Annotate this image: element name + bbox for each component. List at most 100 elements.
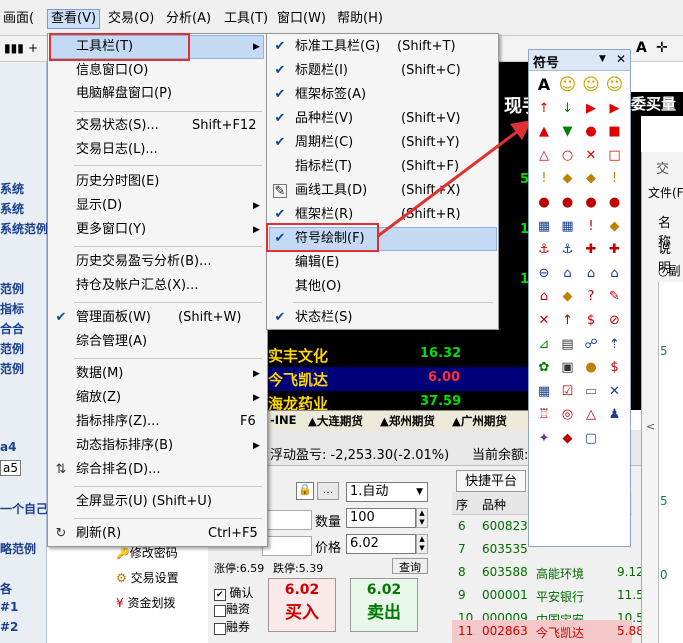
symbol-43-icon[interactable]: $ [580, 310, 602, 332]
left-item[interactable]: 合合 [0, 320, 24, 337]
menu-item-history-pnl[interactable]: 历史交易盈亏分析(B)... [48, 250, 267, 274]
menu-item-integrated-mgmt[interactable]: 综合管理(A) [48, 330, 267, 354]
fast-platform-button[interactable]: 快捷平台 [456, 470, 526, 492]
menu-item-history-time[interactable]: 历史分时图(E) [48, 170, 267, 194]
symbol-48-icon[interactable]: ⇡ [604, 334, 626, 356]
symbol-31-icon[interactable]: ✚ [580, 239, 602, 261]
symbol-33-icon[interactable]: ⊖ [533, 263, 555, 285]
lock-icon[interactable]: 🔒 [296, 482, 314, 500]
menu-item-other[interactable]: 其他(O) [267, 275, 498, 299]
symbol-14-icon[interactable]: ○ [557, 145, 579, 167]
symbol-35-icon[interactable]: ⌂ [580, 263, 602, 285]
code-editor[interactable] [658, 282, 683, 643]
confirm-checkbox[interactable]: ✔ 确认 [214, 584, 253, 601]
symbol-49-icon[interactable]: ✿ [533, 357, 555, 379]
symbol-51-icon[interactable]: ● [580, 357, 602, 379]
menu-item-frame-tag[interactable]: ✔ 框架标签(A) [267, 83, 498, 107]
symbol-61-icon[interactable]: ✦ [533, 428, 555, 450]
symbol-24-icon[interactable]: ● [604, 192, 626, 214]
menu-item-display[interactable]: 显示(D) ▶ [48, 194, 267, 218]
sell-button[interactable]: 6.02 卖出 [350, 578, 418, 632]
symbol-12-icon[interactable]: ■ [604, 121, 626, 143]
menu-item-trade-status[interactable]: 交易状态(S)... Shift+F12 [48, 114, 267, 138]
symbol-37-icon[interactable]: ⌂ [533, 286, 555, 308]
left-item[interactable]: 范例 [0, 340, 24, 357]
symbol-29-icon[interactable]: ⚓ [533, 239, 555, 261]
price-stepper[interactable]: ▲ ▼ [416, 534, 428, 554]
symbol-25-icon[interactable]: ▦ [533, 216, 555, 238]
plus-icon[interactable]: + [28, 41, 38, 55]
left-item[interactable]: #2 [0, 620, 18, 634]
dropdown-icon[interactable]: ▼ [599, 54, 606, 64]
menu-item-trade-log[interactable]: 交易日志(L)... [48, 138, 267, 162]
symbol-40-icon[interactable]: ✎ [604, 286, 626, 308]
menu-screen[interactable]: 画面( [0, 9, 37, 29]
account-field[interactable] [262, 510, 312, 530]
tab-dalian[interactable]: ▲大连期货 [308, 413, 363, 429]
quote-row-selected[interactable]: 今飞凯达 6.00 [268, 367, 528, 391]
symbol-8-icon[interactable]: ▶ [604, 98, 626, 120]
left-item[interactable]: 各 [0, 580, 12, 597]
quantity-input[interactable]: 100 [346, 508, 416, 528]
symbol-21-icon[interactable]: ● [533, 192, 555, 214]
left-item[interactable]: 范例 [0, 360, 24, 377]
chevron-left-icon[interactable]: < [646, 420, 655, 433]
symbol-23-icon[interactable]: ● [580, 192, 602, 214]
menu-item-title-bar[interactable]: ✔ 标题栏(I) (Shift+C) [267, 59, 498, 83]
close-icon[interactable]: ✕ [616, 52, 626, 66]
menu-item-indicator-sort[interactable]: 指标排序(Z)... F6 [48, 410, 267, 434]
file-menu[interactable]: 文件(F [648, 184, 683, 201]
symbol-26-icon[interactable]: ▦ [557, 216, 579, 238]
menu-item-fullscreen[interactable]: 全屏显示(U) (Shift+U) [48, 490, 267, 514]
securities-loan-checkbox[interactable]: 融券 [214, 618, 250, 635]
symbol-36-icon[interactable]: ⌂ [604, 263, 626, 285]
menu-window[interactable]: 窗口(W) [274, 9, 329, 29]
table-row[interactable]: 9 000001 平安银行 11.5 [452, 584, 644, 607]
order-type-field[interactable] [262, 536, 312, 556]
quote-row[interactable]: 实丰文化 16.32 [268, 343, 528, 367]
symbol-5-icon[interactable]: ↑ [533, 98, 555, 120]
symbol-15-icon[interactable]: ✕ [580, 145, 602, 167]
menu-item-refresh[interactable]: ↻ 刷新(R) Ctrl+F5 [48, 522, 267, 546]
tab-guangzhou[interactable]: ▲广州期货 [452, 413, 507, 429]
symbol-30-icon[interactable]: ⚓ [557, 239, 579, 261]
symbol-53-icon[interactable]: ▦ [533, 381, 555, 403]
bars-icon[interactable]: ▮▮▮ [4, 41, 24, 55]
left-item-selected[interactable]: a5 [0, 460, 21, 476]
menu-item-status-bar[interactable]: ✔ 状态栏(S) [267, 306, 498, 330]
symbol-62-icon[interactable]: ◆ [557, 428, 579, 450]
menu-item-position-summary[interactable]: 持仓及帐户汇总(X)... [48, 274, 267, 298]
symbol-52-icon[interactable]: $ [604, 357, 626, 379]
price-input[interactable]: 6.02 [346, 534, 416, 554]
symbol-44-icon[interactable]: ⊘ [604, 310, 626, 332]
mode-select[interactable]: 1.自动 ▼ [346, 482, 428, 502]
symbol-42-icon[interactable]: ↑ [557, 310, 579, 332]
menu-item-dynamic-sort[interactable]: 动态指标排序(B) ▶ [48, 434, 267, 458]
menu-item-combined-rank[interactable]: ⇅ 综合排名(D)... [48, 458, 267, 482]
left-item[interactable]: 系统 [0, 180, 24, 197]
symbol-1-icon[interactable]: A [533, 74, 555, 96]
table-row[interactable]: 8 603588 高能环境 9.12 [452, 561, 644, 584]
symbol-11-icon[interactable]: ● [580, 121, 602, 143]
left-item[interactable]: 略范例 [0, 540, 36, 557]
menu-item-data[interactable]: 数据(M) ▶ [48, 362, 267, 386]
symbol-17-icon[interactable]: ! [533, 168, 555, 190]
menu-tools[interactable]: 工具(T) [221, 9, 271, 29]
crosshair-icon[interactable]: ✛ [656, 40, 668, 56]
symbol-6-icon[interactable]: ↓ [557, 98, 579, 120]
symbol-58-icon[interactable]: ◎ [557, 404, 579, 426]
query-button[interactable]: 查询 [392, 558, 428, 574]
symbol-50-icon[interactable]: ▣ [557, 357, 579, 379]
menu-item-std-toolbar[interactable]: ✔ 标准工具栏(G) (Shift+T) [267, 35, 498, 59]
menu-trade[interactable]: 交易(O) [105, 9, 157, 29]
symbol-4-icon[interactable]: ☺ [604, 74, 626, 96]
trade-settings[interactable]: ⚙ 交易设置 [116, 569, 179, 586]
symbol-13-icon[interactable]: △ [533, 145, 555, 167]
symbol-54-icon[interactable]: ☑ [557, 381, 579, 403]
left-item[interactable]: a4 [0, 440, 16, 454]
symbol-39-icon[interactable]: ? [580, 286, 602, 308]
menu-help[interactable]: 帮助(H) [334, 9, 386, 29]
symbol-27-icon[interactable]: ! [580, 216, 602, 238]
symbol-59-icon[interactable]: △ [580, 404, 602, 426]
symbol-16-icon[interactable]: □ [604, 145, 626, 167]
